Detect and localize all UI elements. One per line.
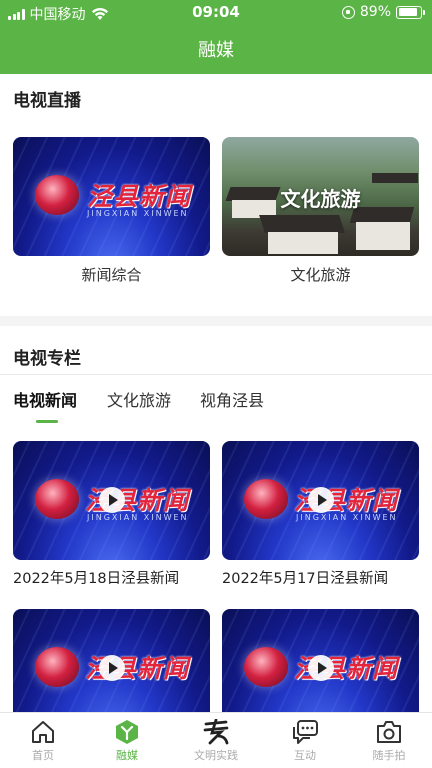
globe-logo-icon <box>35 175 79 215</box>
channel-card-culture[interactable]: 文化旅游 文化旅游 <box>222 137 419 284</box>
video-title: 2022年5月17日泾县新闻 <box>222 571 389 587</box>
globe-logo-icon <box>35 647 79 687</box>
channel-thumbnail-news: 泾县新闻 JINGXIAN XINWEN <box>13 137 210 256</box>
nav-label: 文明实践 <box>194 749 238 762</box>
media-icon <box>116 720 138 744</box>
nav-label: 融媒 <box>116 749 138 762</box>
home-icon <box>32 721 54 743</box>
video-card[interactable]: 泾县新闻 JINGXIAN XINWEN 2022年5月18日泾县新闻 <box>13 441 210 587</box>
news-brand-subtext: JINGXIAN XINWEN <box>87 209 189 218</box>
battery-fill <box>398 8 418 16</box>
play-icon[interactable] <box>308 487 334 513</box>
culture-overlay-text: 文化旅游 <box>280 187 361 211</box>
video-thumbnail: 泾县新闻 <box>13 609 210 712</box>
play-icon[interactable] <box>99 487 125 513</box>
channel-label: 文化旅游 <box>290 266 351 284</box>
play-icon[interactable] <box>99 655 125 681</box>
camera-icon <box>377 721 401 743</box>
page-title: 融媒 <box>198 40 234 61</box>
news-brand-text: 泾县新闻 <box>87 182 192 211</box>
globe-logo-icon <box>35 479 79 519</box>
chat-icon <box>293 720 318 744</box>
video-thumbnail: 泾县新闻 <box>222 609 419 712</box>
divider <box>0 374 432 375</box>
live-section-title: 电视直播 <box>13 91 81 111</box>
video-title: 2022年5月18日泾县新闻 <box>13 571 180 587</box>
civilization-icon <box>203 719 229 745</box>
globe-logo-icon <box>244 479 288 519</box>
nav-item-snapshot[interactable]: 随手拍 <box>359 719 419 763</box>
news-brand-subtext: JINGXIAN XINWEN <box>296 513 398 522</box>
nav-label: 首页 <box>32 749 54 762</box>
play-icon[interactable] <box>308 655 334 681</box>
bottom-nav: 首页 融媒 文明实践 互动 随手拍 <box>0 712 432 768</box>
battery-icon <box>396 5 425 19</box>
channel-thumbnail-culture: 文化旅游 <box>222 137 419 256</box>
active-tab-indicator <box>36 420 58 423</box>
nav-item-interact[interactable]: 互动 <box>275 719 335 763</box>
nav-item-home[interactable]: 首页 <box>13 719 73 763</box>
live-tv-section: 电视直播 泾县新闻 JINGXIAN XINWEN 新闻综合 文化旅游 文化旅游 <box>0 74 432 316</box>
nav-label: 随手拍 <box>372 749 406 762</box>
nav-label: 互动 <box>294 749 316 762</box>
status-bar: 中国移动 09:04 89% <box>0 0 432 26</box>
nav-item-civilization[interactable]: 文明实践 <box>186 719 246 763</box>
video-thumbnail: 泾县新闻 JINGXIAN XINWEN <box>222 441 419 560</box>
app-header: 中国移动 09:04 89% 融媒 <box>0 0 432 74</box>
video-card[interactable]: 泾县新闻 <box>13 609 210 712</box>
tab-jingxian-view[interactable]: 视角泾县 <box>200 387 264 411</box>
channel-card-news[interactable]: 泾县新闻 JINGXIAN XINWEN 新闻综合 <box>13 137 210 284</box>
video-card[interactable]: 泾县新闻 JINGXIAN XINWEN 2022年5月17日泾县新闻 <box>222 441 419 587</box>
battery-percent: 89% <box>359 4 391 20</box>
tab-tv-news[interactable]: 电视新闻 <box>13 387 77 411</box>
tab-culture-tourism[interactable]: 文化旅游 <box>107 387 171 411</box>
video-card[interactable]: 泾县新闻 <box>222 609 419 712</box>
orientation-lock-icon <box>341 5 355 19</box>
nav-item-media[interactable]: 融媒 <box>97 719 157 763</box>
news-brand-subtext: JINGXIAN XINWEN <box>87 513 189 522</box>
tv-columns-section: 电视专栏 电视新闻 文化旅游 视角泾县 泾县新闻 JINGXIAN XINWEN… <box>0 326 432 712</box>
video-thumbnail: 泾县新闻 JINGXIAN XINWEN <box>13 441 210 560</box>
channel-label: 新闻综合 <box>81 266 142 284</box>
columns-section-title: 电视专栏 <box>13 349 81 369</box>
globe-logo-icon <box>244 647 288 687</box>
